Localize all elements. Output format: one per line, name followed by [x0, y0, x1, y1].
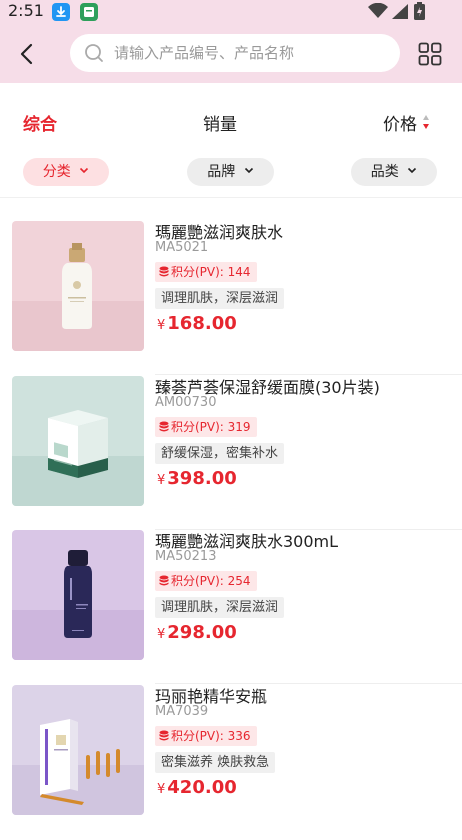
sort-tab-sales[interactable]: 销量 [203, 110, 237, 135]
pv-text: 积分(PV): 254 [171, 574, 251, 588]
product-price: ¥168.00 [157, 313, 237, 334]
pv-badge: 积分(PV): 144 [155, 262, 257, 282]
status-bar: 2:51 [0, 0, 462, 24]
product-code: MA50213 [155, 549, 217, 564]
filter-category[interactable]: 分类 [23, 158, 109, 186]
chevron-down-icon [244, 167, 253, 174]
divider [0, 197, 462, 198]
price-value: 420.00 [167, 777, 237, 798]
filter-brand-label: 品牌 [207, 164, 236, 180]
product-code: MA7039 [155, 704, 209, 719]
sort-bar: 综合 销量 价格 [0, 100, 462, 144]
pv-text: 积分(PV): 144 [171, 265, 251, 279]
coin-stack-icon [159, 730, 169, 741]
product-image-toner-300ml[interactable] [12, 530, 144, 660]
chevron-down-icon [408, 167, 417, 174]
download-icon [52, 3, 70, 21]
product-image-toner[interactable] [12, 221, 144, 351]
product-image-mask[interactable] [12, 376, 144, 506]
product-tag: 调理肌肤，深层滋润 [155, 597, 285, 618]
product-code: MA5021 [155, 240, 209, 255]
product-code: AM00730 [155, 395, 217, 410]
battery-icon [414, 2, 425, 20]
pv-text: 积分(PV): 336 [171, 729, 251, 743]
product-image-ampoule[interactable] [12, 685, 144, 815]
product-price: ¥420.00 [157, 777, 237, 798]
currency-symbol: ¥ [157, 318, 166, 333]
grid-view-icon[interactable] [418, 42, 442, 66]
sort-tab-comprehensive[interactable]: 综合 [23, 110, 57, 135]
filter-brand[interactable]: 品牌 [187, 158, 274, 186]
price-value: 298.00 [167, 622, 237, 643]
pv-text: 积分(PV): 319 [171, 420, 251, 434]
status-time: 2:51 [8, 1, 44, 20]
pv-badge: 积分(PV): 254 [155, 571, 257, 591]
signal-icon [392, 4, 408, 19]
back-arrow-icon[interactable] [14, 40, 42, 68]
search-box[interactable] [70, 34, 400, 72]
currency-symbol: ¥ [157, 473, 166, 488]
product-price: ¥398.00 [157, 468, 237, 489]
currency-symbol: ¥ [157, 782, 166, 797]
filter-type-label: 品类 [370, 164, 399, 180]
price-value: 168.00 [167, 313, 237, 334]
sort-tab-price[interactable]: 价格 [383, 110, 417, 135]
product-price: ¥298.00 [157, 622, 237, 643]
product-tag: 调理肌肤，深层滋润 [155, 288, 285, 309]
product-tag: 舒缓保湿，密集补水 [155, 443, 285, 464]
filter-type[interactable]: 品类 [351, 158, 437, 186]
product-item[interactable]: 瑪麗艷滋润爽肤水 MA5021 积分(PV): 144 调理肌肤，深层滋润 ¥1… [0, 221, 462, 376]
coin-stack-icon [159, 421, 169, 432]
currency-symbol: ¥ [157, 627, 166, 642]
app-notification-icon [80, 3, 98, 21]
chevron-down-icon [80, 167, 89, 174]
product-item[interactable]: 臻荟芦荟保湿舒缓面膜(30片装) AM00730 积分(PV): 319 舒缓保… [0, 376, 462, 531]
pv-badge: 积分(PV): 319 [155, 417, 257, 437]
price-value: 398.00 [167, 468, 237, 489]
search-icon [85, 44, 103, 62]
filter-bar: 分类 品牌 品类 [0, 158, 462, 188]
sort-arrows-icon [423, 115, 429, 129]
coin-stack-icon [159, 266, 169, 277]
product-item[interactable]: 瑪麗艷滋润爽肤水300mL MA50213 积分(PV): 254 调理肌肤，深… [0, 530, 462, 685]
pv-badge: 积分(PV): 336 [155, 726, 257, 746]
wifi-icon [368, 3, 388, 18]
search-input[interactable] [114, 34, 394, 72]
product-tag: 密集滋养 焕肤救急 [155, 752, 276, 773]
coin-stack-icon [159, 575, 169, 586]
filter-category-label: 分类 [42, 164, 71, 180]
